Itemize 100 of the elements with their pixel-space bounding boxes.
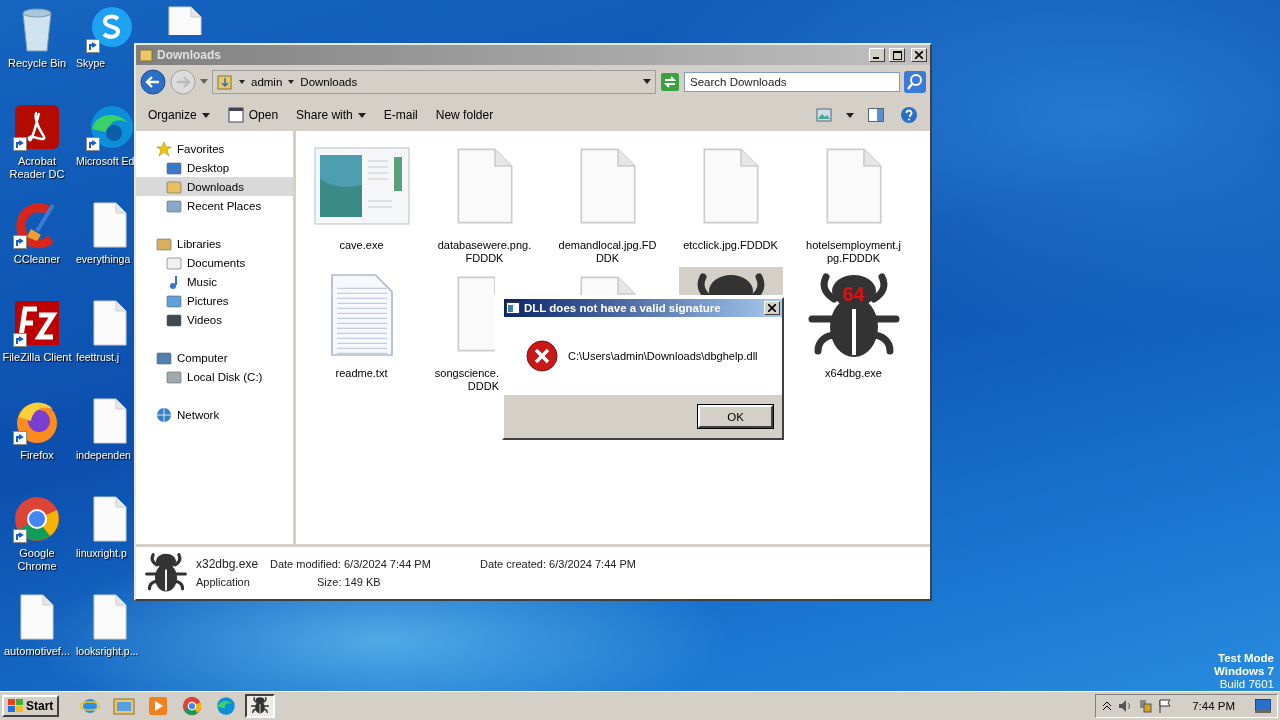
chrome-icon[interactable] — [13, 495, 61, 543]
preview-pane-icon[interactable] — [868, 108, 884, 122]
nav-label: Network — [177, 408, 220, 421]
desktop-icon-label[interactable]: automotivef... — [3, 645, 70, 658]
chevron-up-icon[interactable] — [1102, 701, 1113, 711]
desktop-icon-label[interactable]: linuxright.p — [76, 547, 127, 560]
computer-icon — [156, 349, 172, 366]
file-name[interactable]: cave.exe — [339, 239, 384, 252]
file-name[interactable]: demandlocal.jpg.FD DDK — [558, 239, 657, 265]
folder-icon — [166, 197, 182, 214]
close-button[interactable] — [911, 48, 927, 62]
ok-button[interactable]: OK — [698, 405, 773, 428]
file-name[interactable]: databasewere.png. FDDDK — [437, 239, 532, 265]
start-button[interactable]: Start — [2, 695, 60, 717]
toolbar-button[interactable]: Open — [221, 104, 285, 126]
desktop-icon-label[interactable]: independen — [76, 449, 131, 462]
help-icon[interactable] — [900, 106, 918, 124]
clock: 7:44 PM — [1192, 700, 1235, 712]
drive-icon — [166, 368, 182, 385]
desktop-icon-label[interactable]: CCleaner — [13, 253, 61, 266]
desktop-icon-label[interactable]: looksright.p... — [76, 645, 139, 658]
folder-icon — [166, 159, 182, 176]
application-window-icon[interactable] — [313, 147, 410, 227]
address-bar[interactable]: admin Downloads — [212, 70, 656, 94]
nav-item[interactable]: Recent Places — [136, 196, 293, 215]
minimize-button[interactable] — [869, 48, 885, 62]
detail-text: Size: 149 KB — [316, 576, 382, 588]
desktop-icon-label[interactable]: FileZilla Client — [2, 351, 72, 364]
taskbar-app[interactable] — [245, 694, 276, 718]
nav-label: Libraries — [177, 237, 222, 250]
desktop-icon-label[interactable]: Microsoft Ed — [76, 155, 135, 168]
network-icon[interactable] — [1138, 699, 1153, 713]
shortcut-arrow-icon — [13, 431, 27, 445]
back-button[interactable] — [140, 69, 166, 95]
folder-icon — [217, 73, 233, 91]
shortcut-arrow-icon — [86, 137, 100, 151]
caret-icon[interactable] — [288, 78, 295, 86]
file-name[interactable]: x64dbg.exe — [825, 367, 882, 380]
file-name[interactable]: songscience. DDDK — [423, 367, 499, 393]
error-icon — [526, 340, 558, 372]
nav-item[interactable]: Music — [136, 272, 293, 291]
caret-icon[interactable] — [239, 78, 245, 86]
nav-label: Videos — [187, 313, 222, 326]
toolbar-button[interactable]: E-mail — [377, 105, 424, 125]
desktop-icon-label[interactable]: Acrobat Reader DC — [2, 155, 72, 181]
globe-icon — [156, 406, 172, 423]
caret-icon[interactable] — [643, 79, 651, 85]
caret-icon[interactable] — [846, 112, 854, 118]
close-icon — [915, 51, 923, 59]
acrobat-icon[interactable] — [13, 103, 61, 151]
bug-number: 64 — [841, 283, 866, 306]
desktop-icon-label[interactable]: Firefox — [20, 449, 54, 462]
file-name: x32dbg.exe — [196, 557, 260, 571]
nav-item[interactable]: Pictures — [136, 291, 293, 310]
refresh-button[interactable] — [660, 72, 680, 92]
nav-item[interactable]: Desktop — [136, 158, 293, 177]
breadcrumb-item[interactable]: Downloads — [300, 76, 358, 88]
flag-icon[interactable] — [1158, 699, 1173, 713]
desktop-icon-label[interactable]: Skype — [76, 57, 106, 70]
nav-item[interactable]: Favorites — [136, 139, 293, 158]
window-title: Downloads — [157, 48, 222, 62]
search-icon[interactable] — [904, 71, 926, 93]
windows-logo-icon — [8, 699, 24, 713]
shortcut-arrow-icon — [13, 333, 27, 347]
desktop-icon-label[interactable]: everythinga — [76, 253, 131, 266]
system-notice: Build 7601 — [1219, 678, 1274, 691]
close-button[interactable] — [764, 301, 780, 315]
chrome-icon — [182, 696, 203, 716]
folder-icon — [113, 696, 136, 716]
nav-label: Local Disk (C:) — [187, 370, 263, 383]
speaker-icon[interactable] — [1118, 699, 1133, 713]
star-icon — [156, 140, 172, 157]
nav-label: Documents — [187, 256, 246, 269]
toolbar-button[interactable]: Share with — [290, 105, 372, 125]
nav-item[interactable]: Downloads — [136, 177, 293, 196]
desktop-icon-label[interactable]: Google Chrome — [2, 547, 72, 573]
selected-file[interactable] — [678, 267, 783, 295]
dialog-title: DLL does not have a valid signature — [524, 302, 722, 314]
toolbar-button[interactable]: New folder — [429, 105, 500, 125]
desktop-icon-label[interactable]: feettrust.j — [76, 351, 120, 364]
nav-item[interactable]: Libraries — [136, 234, 293, 253]
file-name[interactable]: hotelsemployment.j pg.FDDDK — [806, 239, 901, 265]
nav-item[interactable]: Local Disk (C:) — [136, 367, 293, 386]
caret-icon — [201, 112, 210, 118]
breadcrumb-item[interactable]: admin — [251, 76, 283, 88]
nav-item[interactable]: Computer — [136, 348, 293, 367]
window-icon — [506, 302, 520, 314]
nav-item[interactable]: Documents — [136, 253, 293, 272]
desktop-icon-label[interactable]: Recycle Bin — [7, 57, 67, 70]
search-field[interactable]: Search Downloads — [684, 72, 900, 92]
file-name[interactable]: etcclick.jpg.FDDDK — [683, 239, 778, 252]
toolbar-button[interactable]: Organize — [142, 105, 216, 125]
nav-item[interactable]: Network — [136, 405, 293, 424]
maximize-button[interactable] — [889, 48, 905, 62]
file-type: Application — [196, 576, 251, 588]
folder-icon — [139, 48, 153, 62]
file-name[interactable]: readme.txt — [335, 367, 388, 380]
folder-icon — [166, 311, 182, 328]
filezilla-icon[interactable] — [13, 299, 61, 347]
nav-item[interactable]: Videos — [136, 310, 293, 329]
